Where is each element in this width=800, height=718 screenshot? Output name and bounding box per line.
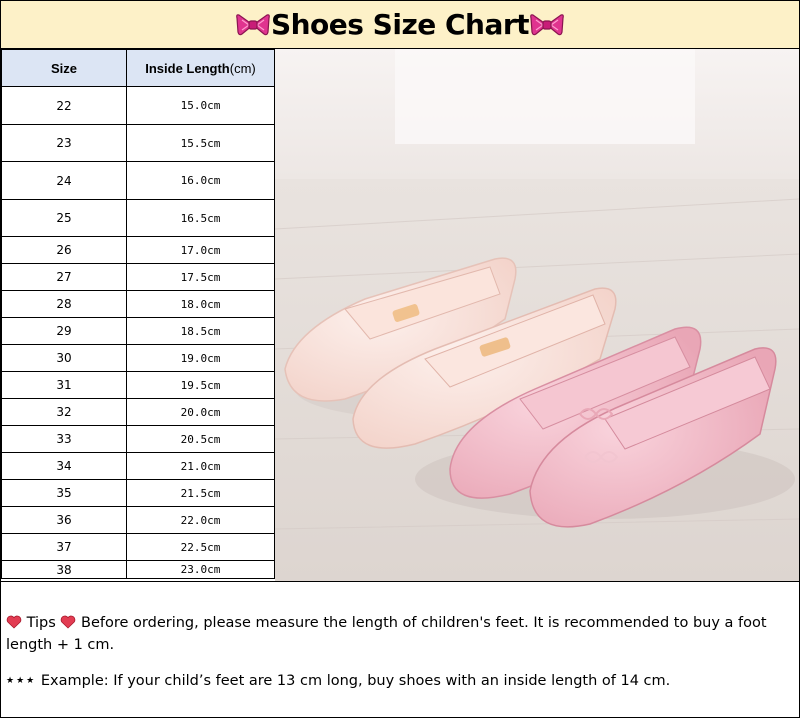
bow-icon <box>236 13 270 35</box>
size-cell: 30 <box>1 344 127 372</box>
table-row: 34 21.0cm <box>1 452 275 480</box>
inside-length-cell: 20.0cm <box>126 398 275 426</box>
table-row: 38 23.0cm <box>1 560 275 579</box>
inside-length-cell: 15.5cm <box>126 124 275 162</box>
inside-length-cell: 22.5cm <box>126 533 275 561</box>
column-header-unit: (cm) <box>229 60 256 76</box>
inside-length-cell: 17.0cm <box>126 236 275 264</box>
table-row: 35 21.5cm <box>1 479 275 507</box>
inside-length-cell: 18.0cm <box>126 290 275 318</box>
table-row: 26 17.0cm <box>1 236 275 264</box>
table-row: 23 15.5cm <box>1 124 275 162</box>
inside-length-cell: 20.5cm <box>126 425 275 453</box>
inside-length-cell: 18.5cm <box>126 317 275 345</box>
size-cell: 28 <box>1 290 127 318</box>
heart-icon <box>61 615 76 629</box>
inside-length-cell: 16.0cm <box>126 161 275 200</box>
size-table: Size Inside Length(cm) 22 15.0cm 23 15.5cm 2… <box>1 49 275 579</box>
size-cell: 31 <box>1 371 127 399</box>
table-row: 29 18.5cm <box>1 317 275 345</box>
table-row: 25 16.5cm <box>1 199 275 237</box>
example-paragraph: ★★★ Example: If your child’s feet are 13… <box>6 670 791 692</box>
notes-section: Tips Before ordering, please measure the… <box>1 581 799 718</box>
size-cell: 34 <box>1 452 127 480</box>
inside-length-cell: 21.0cm <box>126 452 275 480</box>
size-cell: 32 <box>1 398 127 426</box>
size-cell: 35 <box>1 479 127 507</box>
ballet-shoes-image <box>275 49 799 581</box>
size-cell: 22 <box>1 86 127 125</box>
example-text: Example: If your child’s feet are 13 cm … <box>40 673 671 689</box>
page-title: Shoes Size Chart <box>270 8 530 41</box>
tips-label: Tips <box>26 615 56 631</box>
table-row: 24 16.0cm <box>1 161 275 200</box>
ballet-shoes-photo <box>275 49 799 581</box>
bow-icon <box>530 13 564 35</box>
table-row: 37 22.5cm <box>1 533 275 561</box>
size-cell: 29 <box>1 317 127 345</box>
inside-length-cell: 21.5cm <box>126 479 275 507</box>
inside-length-cell: 23.0cm <box>126 560 275 579</box>
column-header-length: Inside Length(cm) <box>126 49 275 87</box>
size-cell: 36 <box>1 506 127 534</box>
column-header-length-label: Inside Length <box>145 60 230 76</box>
size-cell: 24 <box>1 161 127 200</box>
size-cell: 27 <box>1 263 127 291</box>
inside-length-cell: 19.0cm <box>126 344 275 372</box>
table-row: 31 19.5cm <box>1 371 275 399</box>
inside-length-cell: 22.0cm <box>126 506 275 534</box>
size-chart-card: Shoes Size Chart Size Inside Length(cm) … <box>0 0 800 718</box>
table-row: 32 20.0cm <box>1 398 275 426</box>
tips-text: Before ordering, please measure the leng… <box>6 615 767 653</box>
table-row: 28 18.0cm <box>1 290 275 318</box>
table-row: 27 17.5cm <box>1 263 275 291</box>
column-header-size: Size <box>1 49 127 87</box>
table-row: 33 20.5cm <box>1 425 275 453</box>
size-cell: 23 <box>1 124 127 162</box>
inside-length-cell: 19.5cm <box>126 371 275 399</box>
size-cell: 25 <box>1 199 127 237</box>
inside-length-cell: 16.5cm <box>126 199 275 237</box>
size-cell: 33 <box>1 425 127 453</box>
inside-length-cell: 15.0cm <box>126 86 275 125</box>
star-icons: ★★★ <box>6 676 37 686</box>
table-row: 36 22.0cm <box>1 506 275 534</box>
heart-icon <box>6 615 22 629</box>
table-header-row: Size Inside Length(cm) <box>1 49 275 87</box>
size-cell: 37 <box>1 533 127 561</box>
table-row: 30 19.0cm <box>1 344 275 372</box>
size-cell: 26 <box>1 236 127 264</box>
size-cell: 38 <box>1 560 127 579</box>
table-row: 22 15.0cm <box>1 86 275 125</box>
inside-length-cell: 17.5cm <box>126 263 275 291</box>
chart-header: Shoes Size Chart <box>1 1 799 49</box>
tips-paragraph: Tips Before ordering, please measure the… <box>6 612 791 656</box>
